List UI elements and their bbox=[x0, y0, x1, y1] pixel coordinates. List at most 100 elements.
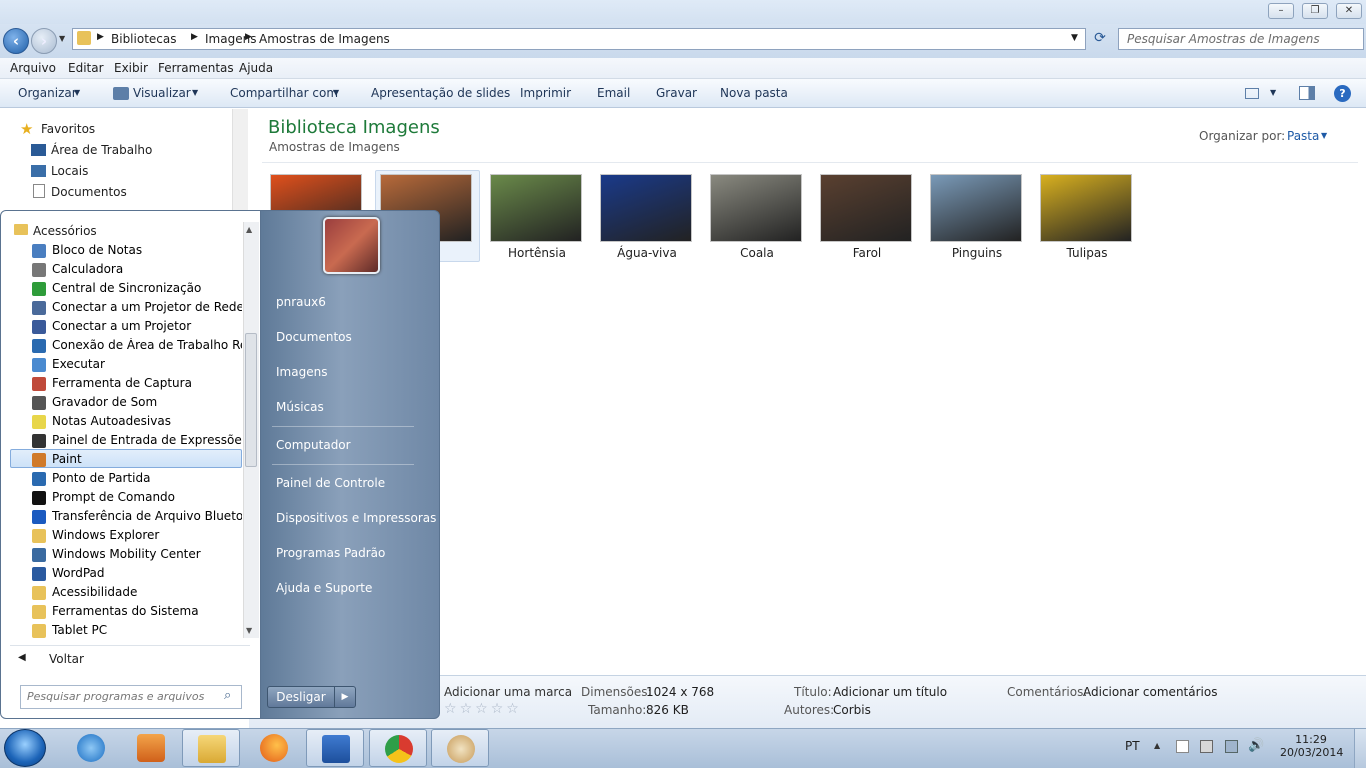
program-item[interactable]: Calculadora bbox=[52, 262, 242, 276]
chevron-down-icon[interactable]: ▼ bbox=[1321, 131, 1327, 140]
action-center-icon[interactable] bbox=[1176, 740, 1189, 753]
breadcrumb-amostras[interactable]: Amostras de Imagens bbox=[259, 32, 390, 46]
taskbar-media-player[interactable] bbox=[122, 729, 180, 767]
thumbnail-label[interactable]: Tulipas bbox=[1032, 246, 1142, 260]
start-link[interactable]: Ajuda e Suporte bbox=[276, 581, 372, 595]
program-item[interactable]: Gravador de Som bbox=[52, 395, 242, 409]
maximize-button[interactable]: ❐ bbox=[1302, 3, 1328, 19]
user-avatar[interactable] bbox=[323, 217, 380, 274]
view-button[interactable]: Visualizar bbox=[133, 86, 191, 100]
device-icon[interactable] bbox=[1200, 740, 1213, 753]
program-item[interactable]: Conectar a um Projetor bbox=[52, 319, 242, 333]
title-value[interactable]: Adicionar um título bbox=[833, 685, 947, 699]
menu-exibir[interactable]: Exibir bbox=[114, 61, 148, 75]
thumbnail-label[interactable]: Coala bbox=[702, 246, 812, 260]
back-arrow-icon[interactable]: ‹ bbox=[3, 28, 29, 54]
print-button[interactable]: Imprimir bbox=[520, 86, 571, 100]
start-link[interactable]: Painel de Controle bbox=[276, 476, 385, 490]
thumbnail-label[interactable]: Pinguins bbox=[922, 246, 1032, 260]
nav-favoritos[interactable]: Favoritos bbox=[41, 122, 95, 136]
start-link[interactable]: Músicas bbox=[276, 400, 324, 414]
program-item[interactable]: Ferramenta de Captura bbox=[52, 376, 242, 390]
authors-value[interactable]: Corbis bbox=[833, 703, 871, 717]
rating-star-icon[interactable]: ☆ bbox=[444, 701, 457, 717]
rating-stars[interactable]: ☆ ☆ ☆ ☆ ☆ bbox=[444, 701, 522, 717]
network-icon[interactable] bbox=[1225, 740, 1238, 753]
program-item[interactable]: Notas Autoadesivas bbox=[52, 414, 242, 428]
nav-item-area-de-trabalho[interactable]: Área de Trabalho bbox=[51, 143, 152, 157]
email-button[interactable]: Email bbox=[597, 86, 630, 100]
program-item[interactable]: Bloco de Notas bbox=[52, 243, 242, 257]
scroll-down-icon[interactable]: ▼ bbox=[246, 626, 252, 635]
nav-scrollbar[interactable] bbox=[232, 109, 248, 219]
slideshow-button[interactable]: Apresentação de slides bbox=[371, 86, 510, 100]
chevron-down-icon[interactable]: ▼ bbox=[1270, 88, 1276, 97]
help-icon[interactable]: ? bbox=[1334, 85, 1351, 102]
nav-item-locais[interactable]: Locais bbox=[51, 164, 88, 178]
program-item[interactable]: Tablet PC bbox=[52, 623, 242, 637]
program-item[interactable]: Acessibilidade bbox=[52, 585, 242, 599]
thumbnail-label[interactable]: Água-viva bbox=[592, 246, 702, 260]
back-button[interactable]: Voltar bbox=[49, 652, 84, 666]
program-item[interactable]: Ferramentas do Sistema bbox=[52, 604, 242, 618]
start-button[interactable] bbox=[4, 729, 46, 767]
nav-item-documentos[interactable]: Documentos bbox=[51, 185, 127, 199]
thumbnail-image[interactable] bbox=[710, 174, 802, 242]
share-button[interactable]: Compartilhar com bbox=[230, 86, 338, 100]
program-item[interactable]: Ponto de Partida bbox=[52, 471, 242, 485]
address-bar[interactable]: ▶ Bibliotecas ▶ Imagens ▶ Amostras de Im… bbox=[72, 28, 1086, 50]
program-item[interactable]: WordPad bbox=[52, 566, 242, 580]
search-input[interactable]: Pesquisar Amostras de Imagens bbox=[1118, 28, 1364, 50]
shutdown-button[interactable]: Desligar bbox=[267, 686, 335, 708]
start-link[interactable]: pnraux6 bbox=[276, 295, 326, 309]
taskbar-paint[interactable] bbox=[431, 729, 489, 767]
start-link[interactable]: Dispositivos e Impressoras bbox=[276, 511, 436, 525]
volume-icon[interactable]: 🔊 bbox=[1248, 738, 1264, 753]
taskbar-chrome[interactable] bbox=[369, 729, 427, 767]
show-hidden-icons-icon[interactable]: ▲ bbox=[1154, 741, 1160, 750]
program-item[interactable]: Painel de Entrada de Expressões Matemáti… bbox=[52, 433, 242, 447]
start-link[interactable]: Documentos bbox=[276, 330, 352, 344]
sort-dropdown[interactable]: Pasta bbox=[1287, 129, 1319, 143]
taskbar-word[interactable] bbox=[306, 729, 364, 767]
scroll-up-icon[interactable]: ▲ bbox=[246, 225, 252, 234]
program-item[interactable]: Conectar a um Projetor de Rede bbox=[52, 300, 242, 314]
thumbnail-image[interactable] bbox=[930, 174, 1022, 242]
program-item[interactable]: Windows Mobility Center bbox=[52, 547, 242, 561]
history-dropdown-icon[interactable]: ▼ bbox=[59, 34, 65, 43]
thumbnail-image[interactable] bbox=[820, 174, 912, 242]
thumbnail-image[interactable] bbox=[490, 174, 582, 242]
refresh-icon[interactable]: ⟳ bbox=[1090, 30, 1110, 50]
address-dropdown-icon[interactable]: ▼ bbox=[1071, 33, 1078, 43]
menu-editar[interactable]: Editar bbox=[68, 61, 104, 75]
program-item[interactable]: Conexão de Área de Trabalho Remota bbox=[52, 338, 242, 352]
forward-arrow-icon[interactable]: › bbox=[31, 28, 57, 54]
clock[interactable]: 11:29 20/03/2014 bbox=[1280, 733, 1343, 759]
program-item[interactable]: Central de Sincronização bbox=[52, 281, 242, 295]
show-desktop-button[interactable] bbox=[1354, 729, 1366, 768]
program-item[interactable]: Prompt de Comando bbox=[52, 490, 242, 504]
thumbnail-image[interactable] bbox=[600, 174, 692, 242]
rating-star-icon[interactable]: ☆ bbox=[506, 701, 519, 717]
program-item[interactable]: Executar bbox=[52, 357, 242, 371]
menu-ferramentas[interactable]: Ferramentas bbox=[158, 61, 234, 75]
thumbnail-label[interactable]: Hortênsia bbox=[482, 246, 592, 260]
scrollbar-thumb[interactable] bbox=[245, 333, 257, 467]
breadcrumb-bibliotecas[interactable]: Bibliotecas bbox=[111, 32, 176, 46]
shutdown-options-icon[interactable]: ▶ bbox=[334, 686, 356, 708]
start-link[interactable]: Computador bbox=[276, 438, 351, 452]
minimize-button[interactable]: – bbox=[1268, 3, 1294, 19]
taskbar-internet-explorer[interactable] bbox=[62, 729, 120, 767]
program-search-input[interactable]: Pesquisar programas e arquivos bbox=[20, 685, 242, 709]
program-item[interactable]: Windows Explorer bbox=[52, 528, 242, 542]
taskbar-firefox[interactable] bbox=[245, 729, 303, 767]
program-item[interactable]: Paint bbox=[52, 452, 242, 466]
comments-value[interactable]: Adicionar comentários bbox=[1083, 685, 1217, 699]
start-link[interactable]: Programas Padrão bbox=[276, 546, 385, 560]
new-folder-button[interactable]: Nova pasta bbox=[720, 86, 788, 100]
thumbnail-label[interactable]: Farol bbox=[812, 246, 922, 260]
rating-star-icon[interactable]: ☆ bbox=[475, 701, 488, 717]
start-link[interactable]: Imagens bbox=[276, 365, 327, 379]
burn-button[interactable]: Gravar bbox=[656, 86, 697, 100]
taskbar-windows-explorer[interactable] bbox=[182, 729, 240, 767]
